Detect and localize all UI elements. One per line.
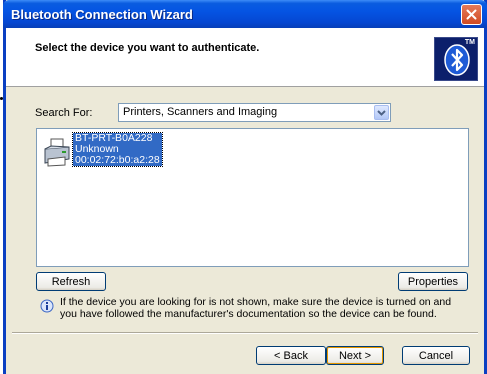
window-title: Bluetooth Connection Wizard (11, 7, 193, 22)
chevron-down-icon (377, 109, 386, 116)
info-message: If the device you are looking for is not… (60, 296, 452, 320)
search-for-label: Search For: (35, 107, 93, 119)
device-list[interactable]: BT-PRT-B0A228 Unknown 00:02:72:b0:a2:28 (36, 128, 469, 267)
device-address: 00:02:72:b0:a2:28 (75, 154, 160, 166)
printer-icon (44, 138, 70, 167)
dropdown-selected-value: Printers, Scanners and Imaging (123, 106, 278, 118)
close-icon (466, 9, 477, 20)
next-button[interactable]: Next > (326, 346, 384, 365)
page-title: Select the device you want to authentica… (35, 42, 260, 54)
wizard-window: Bluetooth Connection Wizard Select the d… (3, 0, 487, 374)
title-bar[interactable]: Bluetooth Connection Wizard (3, 0, 487, 28)
close-button[interactable] (461, 4, 482, 25)
properties-button[interactable]: Properties (398, 272, 468, 291)
footer-separator (12, 332, 478, 334)
cancel-button[interactable]: Cancel (402, 346, 470, 365)
refresh-button[interactable]: Refresh (36, 272, 106, 291)
device-type-dropdown[interactable]: Printers, Scanners and Imaging (118, 103, 391, 122)
selected-device-label: BT-PRT-B0A228 Unknown 00:02:72:b0:a2:28 (72, 132, 163, 167)
back-button[interactable]: < Back (256, 346, 326, 365)
list-item[interactable]: BT-PRT-B0A228 Unknown 00:02:72:b0:a2:28 (43, 132, 173, 171)
info-icon (40, 299, 54, 313)
wizard-header: Select the device you want to authentica… (6, 28, 484, 87)
bluetooth-logo: TM (434, 37, 478, 81)
dropdown-arrow-button[interactable] (374, 105, 389, 120)
bluetooth-icon (444, 44, 470, 76)
